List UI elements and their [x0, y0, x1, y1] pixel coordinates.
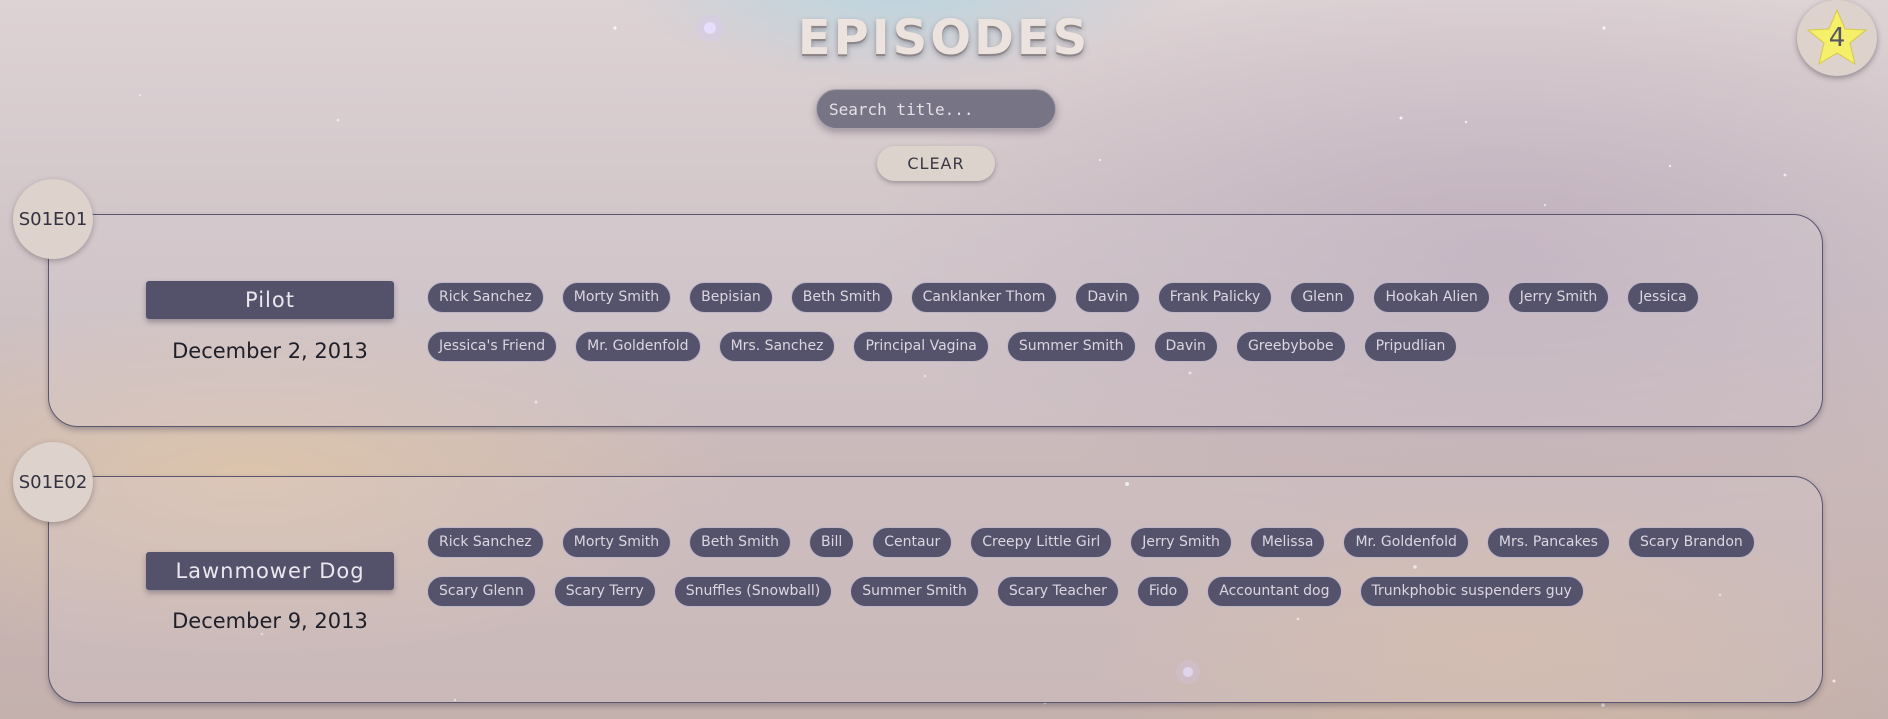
episode-title[interactable]: Lawnmower Dog: [146, 552, 394, 590]
character-chip[interactable]: Greebybobe: [1235, 331, 1346, 362]
character-chip[interactable]: Pripudlian: [1363, 331, 1458, 362]
favorites-count: 4: [1828, 23, 1846, 53]
character-chip[interactable]: Jerry Smith: [1130, 527, 1232, 558]
character-chip[interactable]: Mrs. Sanchez: [718, 331, 836, 362]
character-chip[interactable]: Jessica's Friend: [427, 331, 558, 362]
episode-air-date: December 2, 2013: [172, 339, 368, 363]
character-chip[interactable]: Beth Smith: [689, 527, 791, 558]
character-chip[interactable]: Davin: [1153, 331, 1218, 362]
character-chip[interactable]: Trunkphobic suspenders guy: [1359, 576, 1584, 607]
character-chip[interactable]: Jessica: [1627, 282, 1699, 313]
character-chip[interactable]: Principal Vagina: [853, 331, 989, 362]
character-chip[interactable]: Fido: [1136, 576, 1190, 607]
character-chip[interactable]: Mr. Goldenfold: [1343, 527, 1469, 558]
character-chip[interactable]: Summer Smith: [850, 576, 979, 607]
character-chip[interactable]: Scary Brandon: [1627, 527, 1755, 558]
character-list: Rick Sanchez Morty Smith Bepisian Beth S…: [427, 282, 1807, 362]
character-chip[interactable]: Mr. Goldenfold: [575, 331, 701, 362]
character-chip[interactable]: Canklanker Thom: [910, 282, 1058, 313]
clear-button[interactable]: CLEAR: [877, 146, 995, 181]
episode-card: Lawnmower Dog December 9, 2013 Rick Sanc…: [48, 476, 1823, 703]
character-chip[interactable]: Creepy Little Girl: [970, 527, 1113, 558]
character-chip[interactable]: Beth Smith: [790, 282, 893, 313]
character-chip[interactable]: Summer Smith: [1006, 331, 1136, 362]
character-chip[interactable]: Hookah Alien: [1373, 282, 1490, 313]
character-chip[interactable]: Rick Sanchez: [427, 282, 544, 313]
character-chip[interactable]: Snuffles (Snowball): [673, 576, 833, 607]
character-chip[interactable]: Morty Smith: [561, 527, 672, 558]
episode-code-badge: S01E02: [13, 442, 93, 522]
episode-card: Pilot December 2, 2013 Rick Sanchez Mort…: [48, 214, 1823, 427]
character-chip[interactable]: Morty Smith: [561, 282, 672, 313]
episode-code-badge: S01E01: [13, 179, 93, 259]
character-chip[interactable]: Scary Glenn: [427, 576, 536, 607]
favorites-counter[interactable]: 4: [1797, 0, 1877, 76]
character-chip[interactable]: Mrs. Pancakes: [1486, 527, 1610, 558]
character-chip[interactable]: Scary Teacher: [996, 576, 1119, 607]
character-chip[interactable]: Accountant dog: [1207, 576, 1342, 607]
character-chip[interactable]: Frank Palicky: [1157, 282, 1273, 313]
character-chip[interactable]: Bill: [808, 527, 855, 558]
page-title: EPISODES: [797, 10, 1091, 66]
character-chip[interactable]: Scary Terry: [553, 576, 656, 607]
character-chip[interactable]: Davin: [1075, 282, 1140, 313]
character-chip[interactable]: Centaur: [872, 527, 953, 558]
episode-air-date: December 9, 2013: [172, 609, 368, 633]
character-list: Rick Sanchez Morty Smith Beth Smith Bill…: [427, 527, 1807, 607]
character-chip[interactable]: Melissa: [1249, 527, 1326, 558]
character-chip[interactable]: Bepisian: [689, 282, 773, 313]
character-chip[interactable]: Rick Sanchez: [427, 527, 544, 558]
character-chip[interactable]: Glenn: [1290, 282, 1356, 313]
episode-title[interactable]: Pilot: [146, 281, 394, 319]
search-input[interactable]: [816, 89, 1056, 129]
character-chip[interactable]: Jerry Smith: [1507, 282, 1610, 313]
